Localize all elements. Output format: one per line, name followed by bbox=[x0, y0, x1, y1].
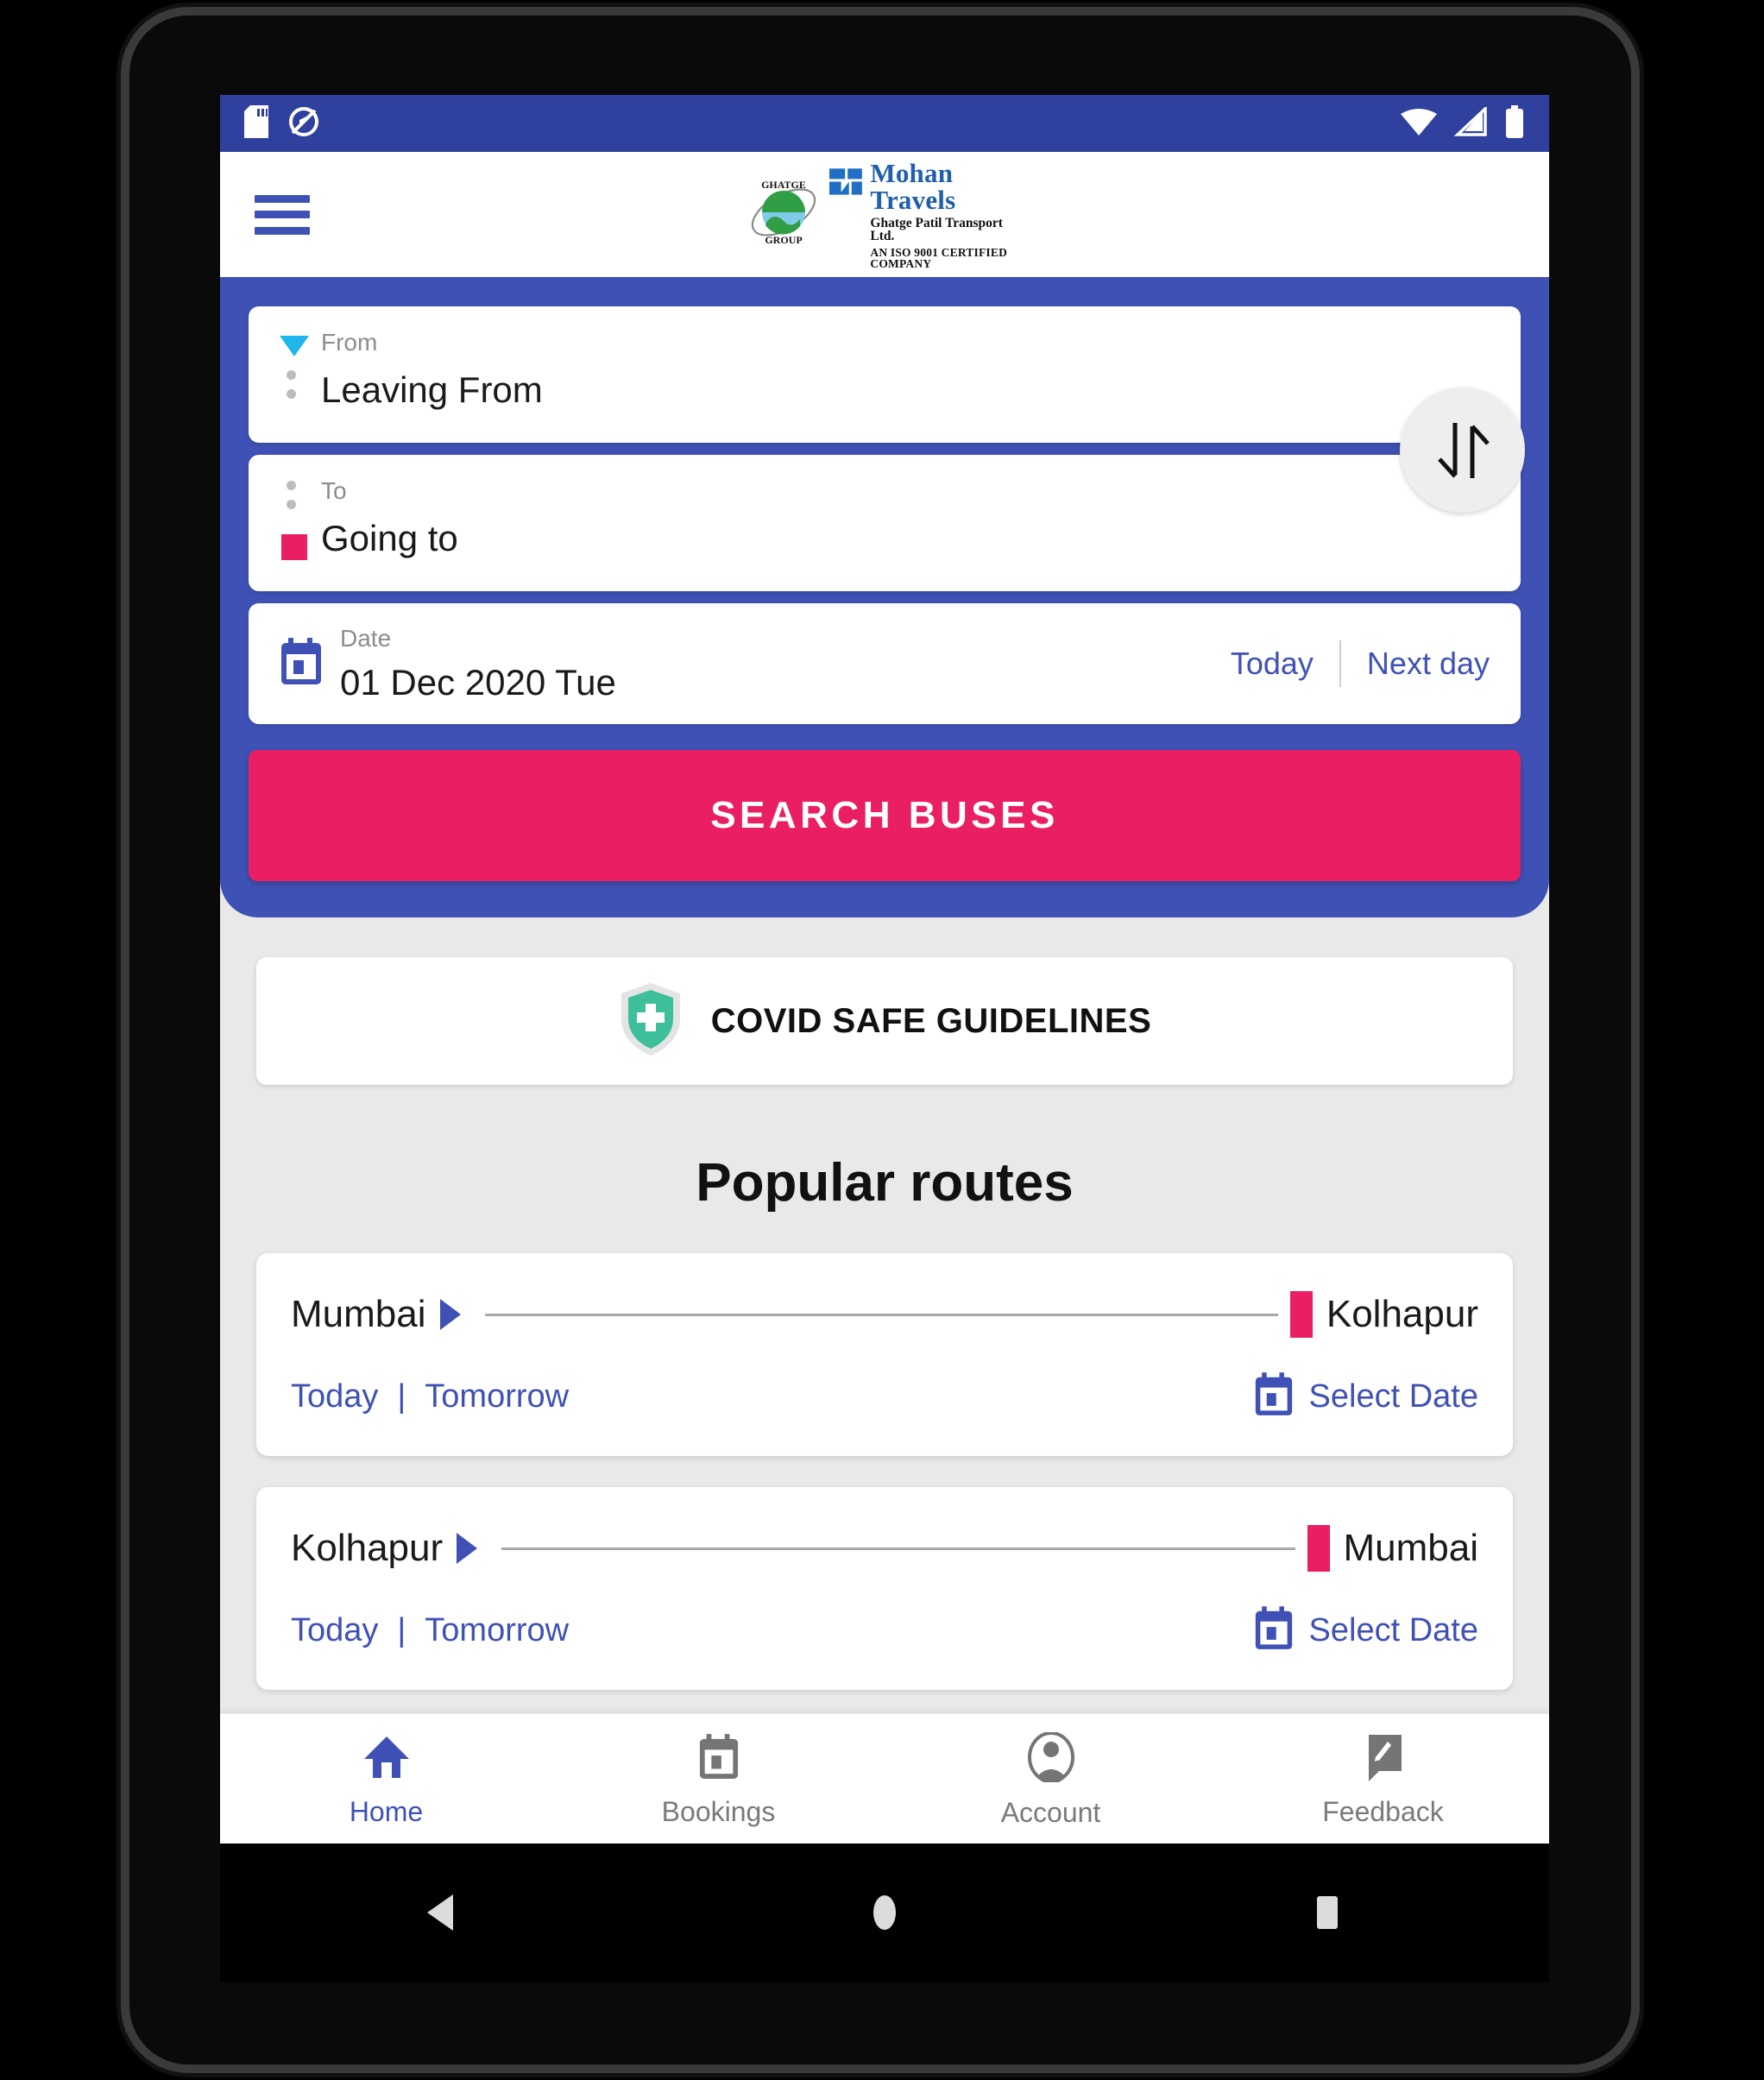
nav-label-account: Account bbox=[1000, 1796, 1101, 1828]
sd-card-icon bbox=[244, 104, 268, 142]
from-field[interactable]: From Leaving From bbox=[249, 306, 1521, 443]
status-bar bbox=[220, 95, 1549, 152]
home-icon bbox=[362, 1733, 411, 1786]
next-day-button[interactable]: Next day bbox=[1367, 646, 1490, 682]
pink-square-marker-icon bbox=[1307, 1525, 1330, 1572]
calendar-icon bbox=[280, 637, 323, 690]
route-card[interactable]: Kolhapur Mumbai Today | Tomorrow Select … bbox=[256, 1487, 1513, 1690]
route-bottom-row: Today | Tomorrow Select Date bbox=[291, 1606, 1478, 1655]
logo-line-3: AN ISO 9001 CERTIFIED COMPANY bbox=[870, 245, 1008, 270]
nav-label-feedback: Feedback bbox=[1322, 1795, 1444, 1827]
route-tomorrow-button[interactable]: Tomorrow bbox=[425, 1378, 569, 1415]
account-person-icon bbox=[1027, 1730, 1075, 1787]
route-today-button[interactable]: Today bbox=[291, 1612, 378, 1649]
bottom-navigation: Home Bookings Account Feedback bbox=[220, 1713, 1549, 1844]
android-home-button[interactable] bbox=[663, 1893, 1106, 1932]
android-recents-button[interactable] bbox=[1106, 1893, 1549, 1932]
covid-label: COVID SAFE GUIDELINES bbox=[710, 1001, 1152, 1040]
route-origin: Mumbai bbox=[291, 1293, 426, 1335]
search-panel: From Leaving From To Going to Date 01 De… bbox=[220, 277, 1549, 917]
to-field[interactable]: To Going to bbox=[249, 455, 1521, 591]
pink-square-marker-icon bbox=[281, 534, 307, 560]
home-circle-icon bbox=[873, 1895, 896, 1930]
route-arrow-icon bbox=[457, 1533, 478, 1564]
triangle-down-marker-icon bbox=[280, 336, 309, 356]
hamburger-menu-icon[interactable] bbox=[255, 194, 310, 235]
android-system-nav bbox=[220, 1844, 1549, 1982]
route-card[interactable]: Mumbai Kolhapur Today | Tomorrow Select … bbox=[256, 1253, 1513, 1456]
calendar-icon bbox=[1254, 1372, 1294, 1421]
route-select-date-button[interactable]: Select Date bbox=[1254, 1372, 1478, 1421]
route-line bbox=[501, 1547, 1295, 1550]
route-dots-icon bbox=[287, 370, 296, 399]
route-line bbox=[484, 1313, 1278, 1316]
wifi-icon bbox=[1401, 107, 1437, 141]
date-value: 01 Dec 2020 Tue bbox=[340, 662, 616, 703]
brand-logo: GHATGE GROUP Mohan Travels Ghatge Patil … bbox=[747, 160, 1023, 269]
android-back-button[interactable] bbox=[220, 1893, 663, 1932]
route-select-date-label[interactable]: Select Date bbox=[1309, 1378, 1478, 1415]
swap-vertical-icon bbox=[1437, 422, 1490, 478]
route-bottom-row: Today | Tomorrow Select Date bbox=[291, 1372, 1478, 1421]
back-triangle-icon bbox=[426, 1894, 453, 1931]
covid-safe-guidelines-card[interactable]: COVID SAFE GUIDELINES bbox=[256, 957, 1513, 1085]
date-label: Date bbox=[340, 625, 392, 652]
today-button[interactable]: Today bbox=[1231, 646, 1314, 682]
calendar-icon bbox=[1254, 1606, 1294, 1655]
logo-line-1: Mohan Travels bbox=[870, 157, 956, 215]
pink-square-marker-icon bbox=[1289, 1291, 1313, 1338]
route-select-date-button[interactable]: Select Date bbox=[1254, 1606, 1478, 1655]
signal-icon bbox=[1453, 104, 1487, 141]
phone-screen: GHATGE GROUP Mohan Travels Ghatge Patil … bbox=[220, 95, 1549, 1844]
mohan-travels-mark-icon bbox=[829, 167, 862, 195]
to-label: To bbox=[321, 477, 347, 504]
nav-item-home[interactable]: Home bbox=[220, 1733, 552, 1825]
route-arrow-icon bbox=[439, 1299, 461, 1330]
popular-routes-title: Popular routes bbox=[696, 1153, 1074, 1213]
bookings-ticket-icon bbox=[698, 1733, 740, 1786]
swap-cities-button[interactable] bbox=[1400, 388, 1525, 513]
route-tomorrow-button[interactable]: Tomorrow bbox=[425, 1612, 569, 1649]
route-separator: | bbox=[397, 1612, 406, 1648]
app-bar: GHATGE GROUP Mohan Travels Ghatge Patil … bbox=[220, 152, 1549, 277]
nav-label-home: Home bbox=[349, 1795, 424, 1827]
recents-square-icon bbox=[1317, 1896, 1339, 1929]
search-buses-button[interactable]: SEARCH BUSES bbox=[249, 750, 1521, 881]
route-top-row: Mumbai Kolhapur bbox=[291, 1291, 1478, 1338]
no-location-icon bbox=[287, 105, 320, 142]
status-bar-left-icons bbox=[244, 104, 320, 142]
route-destination: Kolhapur bbox=[1326, 1293, 1478, 1335]
route-select-date-label[interactable]: Select Date bbox=[1309, 1612, 1478, 1649]
nav-item-account[interactable]: Account bbox=[885, 1730, 1217, 1828]
nav-item-feedback[interactable]: Feedback bbox=[1217, 1733, 1549, 1825]
nav-label-bookings: Bookings bbox=[661, 1795, 776, 1827]
route-top-row: Kolhapur Mumbai bbox=[291, 1525, 1478, 1572]
nav-item-bookings[interactable]: Bookings bbox=[552, 1733, 885, 1825]
svg-text:GROUP: GROUP bbox=[765, 234, 802, 246]
route-origin: Kolhapur bbox=[291, 1527, 444, 1569]
from-value: Leaving From bbox=[321, 369, 543, 410]
ghatge-group-globe-logo: GHATGE GROUP bbox=[747, 178, 821, 251]
status-bar-right-icons bbox=[1401, 104, 1525, 142]
route-separator: | bbox=[397, 1378, 406, 1415]
date-divider bbox=[1339, 640, 1341, 687]
to-value: Going to bbox=[321, 518, 458, 558]
shield-plus-icon bbox=[618, 981, 684, 1062]
route-dots-icon bbox=[287, 481, 296, 509]
logo-line-2: Ghatge Patil Transport Ltd. bbox=[870, 215, 1003, 243]
battery-icon bbox=[1504, 104, 1525, 142]
feedback-edit-icon bbox=[1362, 1733, 1405, 1786]
svg-text:GHATGE: GHATGE bbox=[761, 179, 806, 191]
route-destination: Mumbai bbox=[1343, 1527, 1479, 1569]
date-field[interactable]: Date 01 Dec 2020 Tue Today Next day bbox=[249, 603, 1521, 724]
route-today-button[interactable]: Today bbox=[291, 1378, 378, 1415]
from-label: From bbox=[321, 329, 378, 356]
